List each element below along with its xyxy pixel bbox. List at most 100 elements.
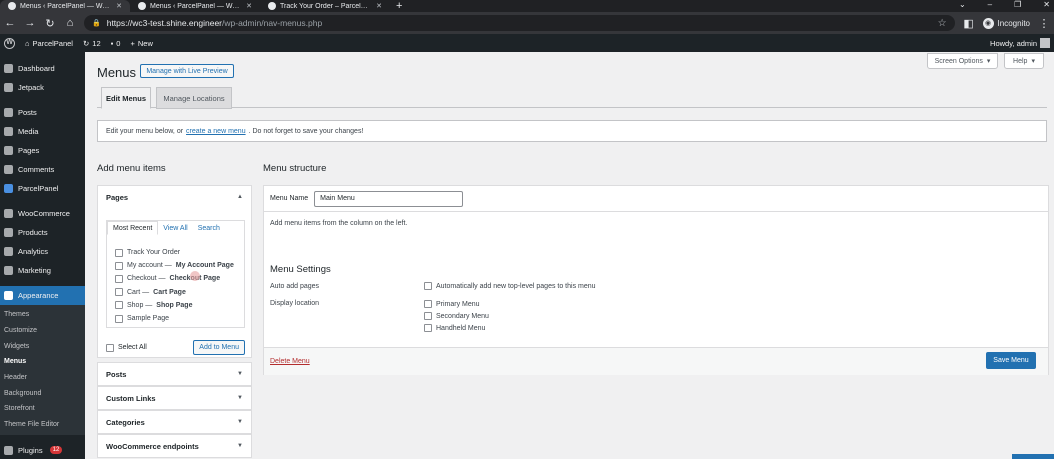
incognito-indicator[interactable]: ◉ Incognito: [982, 17, 1030, 29]
sidebar-item-marketing[interactable]: Marketing: [0, 261, 85, 280]
browser-tab[interactable]: Menus ‹ ParcelPanel — WordP ✕: [0, 0, 130, 12]
sidebar-item-comments[interactable]: Comments: [0, 160, 85, 179]
close-tab-icon[interactable]: ✕: [246, 2, 252, 10]
browser-menu-icon[interactable]: ⋮: [1038, 17, 1050, 30]
tab-search[interactable]: Search: [193, 221, 225, 235]
user-account-menu[interactable]: Howdy, admin: [990, 38, 1050, 48]
browser-tab-label: Track Your Order – ParcelPanel: [280, 2, 373, 10]
woocommerce-endpoints-panel-header[interactable]: WooCommerce endpoints ▼: [98, 435, 251, 457]
tab-most-recent[interactable]: Most Recent: [107, 221, 159, 235]
tab-search-icon[interactable]: ⌄: [959, 0, 966, 10]
sidebar-item-parcelpanel[interactable]: ParcelPanel: [0, 179, 85, 198]
location-checkbox[interactable]: [424, 324, 432, 332]
list-item[interactable]: Cart — Cart Page: [115, 286, 234, 299]
posts-panel-header[interactable]: Posts ▼: [98, 363, 251, 385]
new-tab-button[interactable]: +: [390, 0, 408, 12]
select-all-checkbox[interactable]: [106, 343, 114, 352]
page-checkbox[interactable]: [115, 261, 123, 270]
page-checkbox[interactable]: [115, 274, 123, 283]
browser-tab-strip: Menus ‹ ParcelPanel — WordP ✕ Menus ‹ Pa…: [0, 0, 1054, 12]
submenu-item-header[interactable]: Header: [0, 370, 85, 386]
help-button[interactable]: Help ▾: [1004, 53, 1044, 69]
maximize-icon[interactable]: ❐: [1014, 0, 1021, 10]
pages-panel-header[interactable]: Pages ▲: [98, 186, 251, 208]
menu-name-input[interactable]: Main Menu: [314, 190, 464, 207]
close-window-icon[interactable]: ✕: [1043, 0, 1050, 10]
tab-edit-menus[interactable]: Edit Menus: [101, 87, 151, 109]
minimize-icon[interactable]: –: [988, 0, 992, 10]
list-item[interactable]: Shop — Shop Page: [115, 299, 234, 312]
submenu-item-widgets[interactable]: Widgets: [0, 338, 85, 354]
new-label: New: [137, 38, 153, 48]
forward-arrow-icon[interactable]: →: [24, 17, 36, 29]
submenu-item-background[interactable]: Background: [0, 385, 85, 401]
list-item[interactable]: Sample Page: [115, 312, 234, 325]
delete-menu-link[interactable]: Delete Menu: [270, 358, 310, 365]
location-checkbox[interactable]: [424, 300, 432, 308]
page-checkbox[interactable]: [115, 288, 123, 297]
submenu-item-themes[interactable]: Themes: [0, 307, 85, 323]
submenu-item-theme-file-editor[interactable]: Theme File Editor: [0, 417, 85, 433]
comments-link[interactable]: ▪ 0: [111, 39, 121, 48]
submenu-item-customize[interactable]: Customize: [0, 323, 85, 339]
submenu-item-menus[interactable]: Menus: [0, 354, 85, 370]
browser-tab[interactable]: Track Your Order – ParcelPanel ✕: [260, 0, 390, 12]
bookmark-star-icon[interactable]: ☆: [938, 18, 947, 29]
page-checkbox[interactable]: [115, 314, 123, 323]
wordpress-logo-icon[interactable]: W: [4, 37, 15, 49]
sidebar-item-pages[interactable]: Pages: [0, 141, 85, 160]
add-to-menu-button[interactable]: Add to Menu: [193, 340, 245, 355]
close-tab-icon[interactable]: ✕: [376, 2, 382, 10]
location-primary-option[interactable]: Primary Menu: [424, 300, 480, 308]
page-checkbox[interactable]: [115, 301, 123, 310]
location-checkbox[interactable]: [424, 312, 432, 320]
sidebar-item-jetpack[interactable]: Jetpack: [0, 78, 85, 97]
select-all-control[interactable]: Select All: [106, 343, 147, 352]
posts-panel: Posts ▼: [97, 362, 252, 386]
close-tab-icon[interactable]: ✕: [116, 2, 122, 10]
custom-links-panel-header[interactable]: Custom Links ▼: [98, 387, 251, 409]
site-name-link[interactable]: ⌂ ParcelPanel: [25, 39, 73, 48]
side-panel-icon[interactable]: ◧: [963, 17, 975, 30]
sidebar-item-products[interactable]: Products: [0, 223, 85, 242]
location-handheld-option[interactable]: Handheld Menu: [424, 324, 485, 332]
list-item[interactable]: Checkout — Checkout Page: [115, 272, 234, 285]
categories-panel-title: Categories: [106, 417, 145, 427]
page-checkbox[interactable]: [115, 248, 123, 257]
tab-manage-locations[interactable]: Manage Locations: [156, 87, 232, 109]
sidebar-item-plugins[interactable]: Plugins 12: [0, 441, 85, 459]
sidebar-item-media[interactable]: Media: [0, 122, 85, 141]
auto-add-checkbox[interactable]: [424, 282, 432, 290]
auto-add-option[interactable]: Automatically add new top-level pages to…: [424, 282, 596, 290]
reload-icon[interactable]: ↻: [44, 17, 56, 30]
address-bar[interactable]: 🔒 https://wc3-test.shine.engineer/wp-adm…: [84, 15, 955, 31]
location-secondary-option[interactable]: Secondary Menu: [424, 312, 489, 320]
list-item[interactable]: Track Your Order: [115, 246, 234, 259]
home-icon[interactable]: ⌂: [64, 17, 76, 29]
browser-tab[interactable]: Menus ‹ ParcelPanel — WordP ✕: [130, 0, 260, 12]
mouse-cursor-highlight: [190, 271, 200, 281]
sidebar-item-posts[interactable]: Posts: [0, 103, 85, 122]
menu-structure-heading: Menu structure: [263, 163, 327, 174]
sidebar-item-dashboard[interactable]: Dashboard: [0, 59, 85, 78]
sidebar-item-woocommerce[interactable]: WooCommerce: [0, 204, 85, 223]
updates-link[interactable]: ↻ 12: [83, 39, 101, 48]
sidebar-item-analytics[interactable]: Analytics: [0, 242, 85, 261]
plus-icon: +: [130, 38, 135, 48]
sidebar-item-label: Pages: [18, 146, 40, 155]
categories-panel-header[interactable]: Categories ▼: [98, 411, 251, 433]
browser-tab-label: Menus ‹ ParcelPanel — WordP: [20, 2, 113, 10]
pages-panel: Pages ▲ Most Recent View All Search Track…: [97, 185, 252, 358]
submenu-item-storefront[interactable]: Storefront: [0, 401, 85, 417]
save-menu-button[interactable]: Save Menu: [986, 352, 1036, 369]
list-item[interactable]: My account — My Account Page: [115, 259, 234, 272]
media-icon: [4, 127, 13, 136]
back-arrow-icon[interactable]: ←: [4, 17, 16, 29]
sidebar-item-appearance[interactable]: Appearance: [0, 286, 85, 305]
manage-live-preview-button[interactable]: Manage with Live Preview: [140, 64, 234, 78]
screen-options-button[interactable]: Screen Options ▾: [927, 53, 998, 69]
new-content-link[interactable]: + New: [130, 39, 152, 48]
page-name: Shop —: [127, 301, 153, 309]
create-new-menu-link[interactable]: create a new menu: [186, 128, 246, 135]
tab-view-all[interactable]: View All: [158, 221, 192, 235]
